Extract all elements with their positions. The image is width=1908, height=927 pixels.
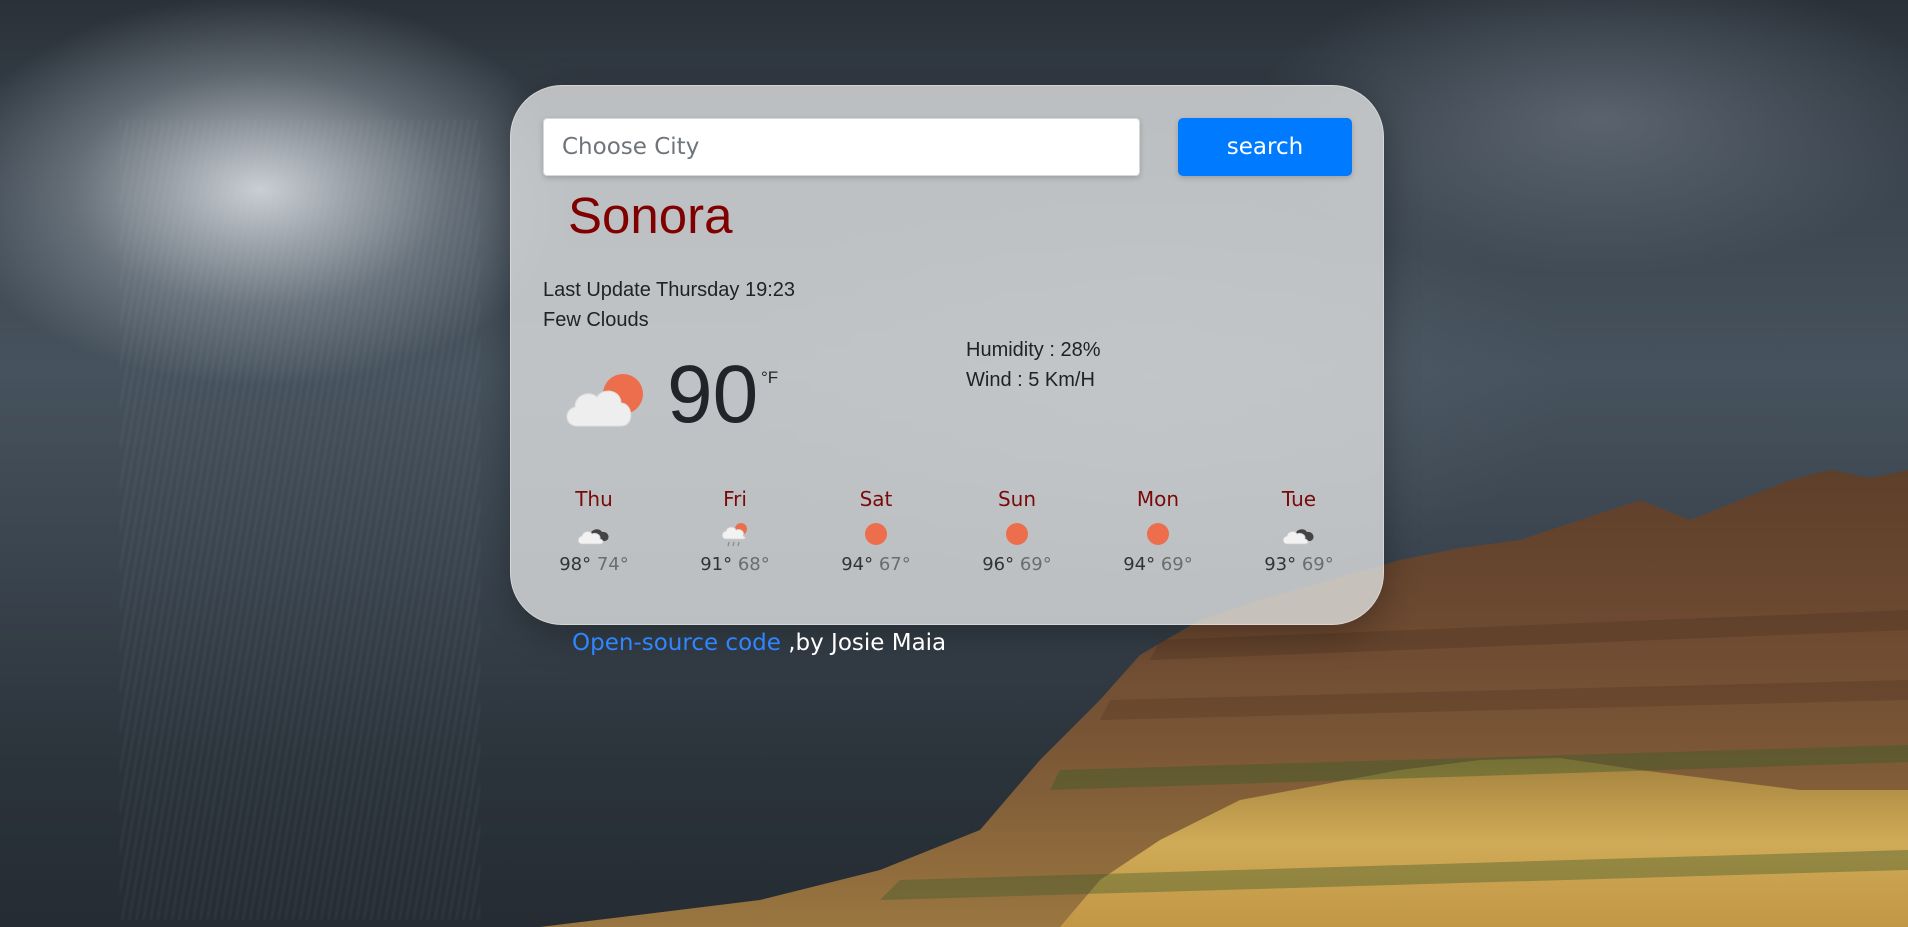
forecast-day: Mon 94° 69° (1098, 486, 1218, 575)
search-button[interactable]: search (1178, 118, 1352, 176)
last-update-text: Last Update Thursday 19:23 (543, 279, 796, 301)
forecast-day: Sat 94° 67° (816, 486, 936, 575)
forecast-max-temp: 94° (841, 554, 874, 575)
forecast-temps: 98° 74° (534, 554, 654, 575)
forecast-max-temp: 91° (700, 554, 733, 575)
forecast-min-temp: 68° (737, 554, 770, 575)
forecast-day: Fri 91° 68° (675, 486, 795, 575)
forecast-day-name: Mon (1136, 487, 1180, 511)
clear-sky-icon (865, 523, 887, 545)
forecast-min-temp: 67° (878, 554, 911, 575)
forecast-day-name: Sat (859, 487, 893, 511)
humidity-text: Humidity : 28% (966, 339, 1101, 361)
forecast-min-temp: 74° (596, 554, 629, 575)
weather-card: search Sonora Last Update Thursday 19:23… (510, 85, 1384, 625)
footer-byline: ,by Josie Maia (780, 630, 947, 656)
forecast-max-temp: 98° (559, 554, 592, 575)
temperature-unit: °F (761, 368, 779, 387)
light-rain-icon (721, 523, 747, 547)
forecast-temps: 94° 69° (1098, 554, 1218, 575)
broken-clouds-icon (577, 529, 609, 545)
forecast-temps: 91° 68° (675, 554, 795, 575)
forecast-max-temp: 93° (1264, 554, 1297, 575)
forecast-min-temp: 69° (1019, 554, 1052, 575)
forecast-day: Thu 98° 74° (534, 486, 654, 575)
forecast-day-name: Tue (1281, 487, 1317, 511)
broken-clouds-icon (1282, 529, 1314, 545)
clear-sky-icon (1147, 523, 1169, 545)
few-clouds-day-icon (566, 374, 643, 427)
footer-credit: Open-source code ,by Josie Maia (572, 630, 946, 656)
forecast-temps: 94° 67° (816, 554, 936, 575)
forecast-max-temp: 96° (982, 554, 1015, 575)
forecast-day-name: Fri (723, 487, 747, 511)
city-search-input[interactable] (543, 118, 1140, 176)
forecast-row: Thu 98° 74° Fri 91° 68° Sat 94° 67° Sun … (511, 486, 1383, 586)
forecast-temps: 93° 69° (1239, 554, 1359, 575)
forecast-temps: 96° 69° (957, 554, 1077, 575)
forecast-day: Tue 93° 69° (1239, 486, 1359, 575)
forecast-min-temp: 69° (1301, 554, 1334, 575)
forecast-day-name: Thu (575, 487, 613, 511)
current-temperature: 90 (667, 349, 759, 440)
forecast-max-temp: 94° (1123, 554, 1156, 575)
city-name: Sonora (568, 187, 733, 244)
clear-sky-icon (1006, 523, 1028, 545)
weather-description: Few Clouds (543, 309, 649, 331)
forecast-day-name: Sun (997, 487, 1037, 511)
forecast-day: Sun 96° 69° (957, 486, 1077, 575)
open-source-code-link[interactable]: Open-source code (572, 630, 781, 656)
wind-text: Wind : 5 Km/H (966, 369, 1095, 391)
forecast-min-temp: 69° (1160, 554, 1193, 575)
